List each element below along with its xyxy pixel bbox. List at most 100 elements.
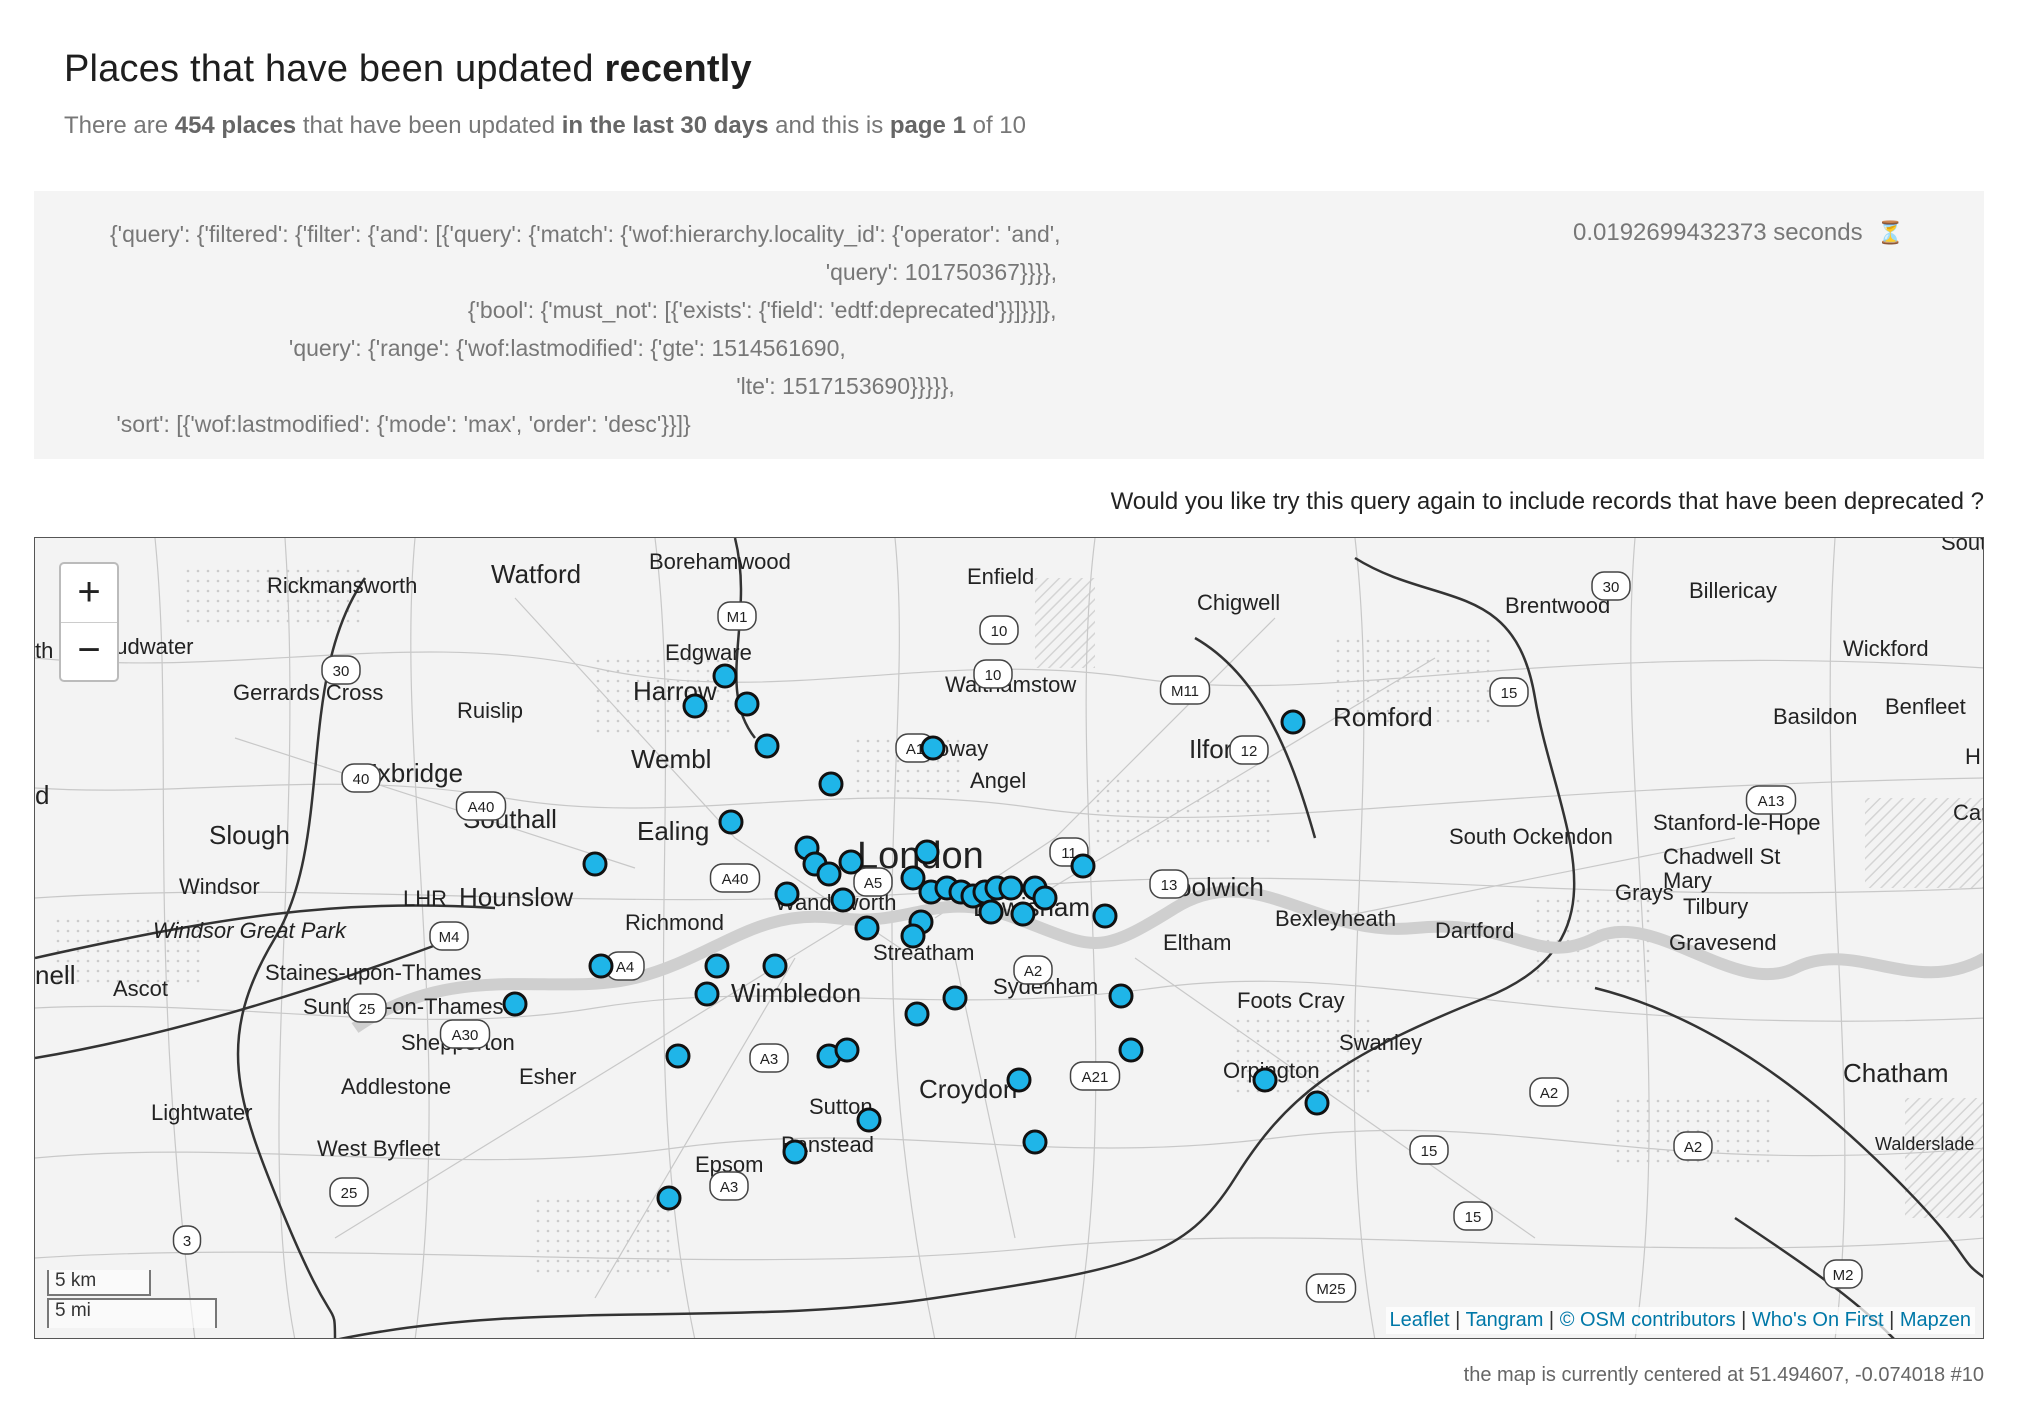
road-shield: 15	[1409, 1135, 1449, 1165]
road-shield: 40	[341, 763, 381, 793]
svg-text:A4: A4	[616, 959, 634, 976]
svg-text:Walderslade: Walderslade	[1875, 1134, 1974, 1154]
mapzen-link[interactable]: Mapzen	[1900, 1309, 1971, 1331]
place-marker[interactable]	[914, 839, 940, 865]
place-marker[interactable]	[694, 981, 720, 1007]
svg-text:Croydon: Croydon	[919, 1074, 1017, 1104]
place-marker[interactable]	[900, 923, 926, 949]
time-window: in the last 30 days	[561, 112, 769, 139]
road-shield: A3	[709, 1171, 749, 1201]
place-marker[interactable]	[502, 991, 528, 1017]
svg-text:Wimbledon: Wimbledon	[731, 978, 861, 1008]
svg-text:Chatham: Chatham	[1843, 1058, 1949, 1088]
svg-text:3: 3	[183, 1233, 191, 1250]
place-marker[interactable]	[1108, 983, 1134, 1009]
svg-text:A5: A5	[864, 875, 882, 892]
place-marker[interactable]	[920, 735, 946, 761]
place-marker[interactable]	[854, 915, 880, 941]
svg-text:Ealing: Ealing	[637, 816, 709, 846]
place-marker[interactable]	[1022, 1129, 1048, 1155]
road-shield: 12	[1229, 735, 1269, 765]
deprecated-query-link[interactable]: Would you like try this query again to i…	[1111, 488, 1984, 516]
place-marker[interactable]	[1070, 853, 1096, 879]
place-marker[interactable]	[942, 985, 968, 1011]
scale-mi: 5 mi	[47, 1298, 217, 1328]
subtitle-text: and this is	[768, 112, 890, 139]
place-marker[interactable]	[1010, 901, 1036, 927]
svg-text:Billericay: Billericay	[1689, 578, 1777, 603]
tangram-link[interactable]: Tangram	[1466, 1309, 1544, 1331]
attribution-separator: |	[1883, 1309, 1900, 1331]
place-marker[interactable]	[816, 861, 842, 887]
osm-link[interactable]: © OSM contributors	[1560, 1309, 1736, 1331]
place-marker[interactable]	[582, 851, 608, 877]
place-marker[interactable]	[834, 1037, 860, 1063]
place-marker[interactable]	[838, 849, 864, 875]
place-marker[interactable]	[1252, 1067, 1278, 1093]
svg-text:A2: A2	[1540, 1085, 1558, 1102]
svg-text:Sout: Sout	[1941, 538, 1984, 555]
place-marker[interactable]	[1032, 885, 1058, 911]
leaflet-link[interactable]: Leaflet	[1390, 1309, 1450, 1331]
svg-text:Lightwater: Lightwater	[151, 1100, 253, 1125]
zoom-in-button[interactable]: +	[61, 564, 117, 623]
place-marker[interactable]	[978, 899, 1004, 925]
road-shield: 30	[1591, 571, 1631, 601]
place-marker[interactable]	[656, 1185, 682, 1211]
wof-link[interactable]: Who's On First	[1752, 1309, 1884, 1331]
road-shield: A13	[1745, 785, 1797, 815]
current-page: page 1	[889, 112, 966, 139]
place-marker[interactable]	[665, 1043, 691, 1069]
map-center-readout: the map is currently centered at 51.4946…	[1463, 1364, 1984, 1386]
place-marker[interactable]	[1092, 903, 1118, 929]
svg-text:A40: A40	[722, 871, 749, 888]
map-tiles[interactable]: Watford Borehamwood Enfield Rickmanswort…	[35, 538, 1984, 1339]
place-marker[interactable]	[856, 1107, 882, 1133]
subtitle-text: that have been updated	[296, 112, 562, 139]
place-marker[interactable]	[754, 733, 780, 759]
svg-text:M1: M1	[727, 609, 748, 626]
place-marker[interactable]	[718, 809, 744, 835]
place-marker[interactable]	[1304, 1090, 1330, 1116]
place-marker[interactable]	[998, 875, 1024, 901]
place-marker[interactable]	[588, 953, 614, 979]
place-marker[interactable]	[782, 1139, 808, 1165]
place-marker[interactable]	[830, 887, 856, 913]
page-title: Places that have been updated recently	[64, 48, 752, 91]
svg-text:25: 25	[341, 1185, 358, 1202]
place-marker[interactable]	[774, 881, 800, 907]
road-shield: 25	[347, 993, 387, 1023]
place-marker[interactable]	[712, 663, 738, 689]
svg-text:d: d	[35, 780, 49, 810]
zoom-out-button[interactable]: −	[61, 622, 117, 680]
svg-text:H: H	[1965, 744, 1981, 769]
svg-text:Angel: Angel	[970, 768, 1026, 793]
road-shield: M25	[1305, 1273, 1357, 1303]
place-marker[interactable]	[1118, 1037, 1144, 1063]
page-subtitle: There are 454 places that have been upda…	[64, 112, 1026, 140]
map[interactable]: Watford Borehamwood Enfield Rickmanswort…	[34, 537, 1984, 1339]
place-marker[interactable]	[704, 953, 730, 979]
svg-text:Gravesend: Gravesend	[1669, 930, 1777, 955]
svg-text:Romford: Romford	[1333, 702, 1433, 732]
place-marker[interactable]	[904, 1001, 930, 1027]
road-shield: A40	[709, 863, 761, 893]
place-marker[interactable]	[734, 691, 760, 717]
place-marker[interactable]	[818, 771, 844, 797]
place-marker[interactable]	[762, 953, 788, 979]
svg-text:30: 30	[333, 663, 350, 680]
place-marker[interactable]	[1280, 709, 1306, 735]
road-shield: M1	[717, 601, 757, 631]
road-shield: 13	[1149, 869, 1189, 899]
svg-text:th: th	[35, 638, 53, 663]
query-text: {'query': {'filtered': {'filter': {'and'…	[110, 221, 1061, 437]
svg-text:Wembl: Wembl	[631, 744, 711, 774]
svg-text:Enfield: Enfield	[967, 564, 1034, 589]
svg-text:Chigwell: Chigwell	[1197, 590, 1280, 615]
svg-text:A40: A40	[468, 799, 495, 816]
place-marker[interactable]	[682, 693, 708, 719]
query-timing: 0.0192699432373 seconds ⏳	[1573, 219, 1904, 247]
svg-text:15: 15	[1501, 685, 1518, 702]
svg-text:30: 30	[1603, 579, 1620, 596]
place-marker[interactable]	[1006, 1067, 1032, 1093]
